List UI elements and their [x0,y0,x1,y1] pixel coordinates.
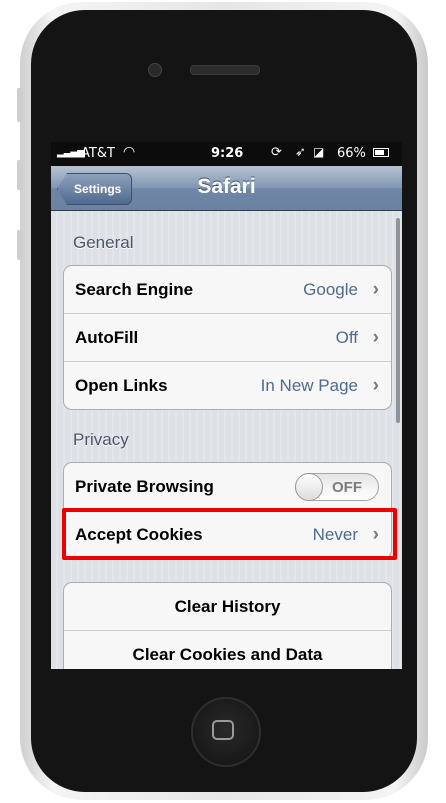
mute-switch [17,88,23,122]
battery-percent: 66% [337,146,366,161]
alarm-icon: ◪ [313,145,325,159]
row-value: In New Page [260,376,358,395]
general-group: Search Engine Google › AutoFill Off › Op… [63,265,392,410]
highlight-box [62,508,397,560]
time-label: 9:26 [211,146,244,161]
chevron-right-icon: › [372,327,379,348]
row-open-links[interactable]: Open Links In New Page › [64,362,391,409]
row-label: Search Engine [75,280,194,299]
location-icon: ➶ [295,145,306,160]
signal-icon: ▂▃▄▅ [57,147,85,158]
battery-icon [373,148,389,157]
chevron-right-icon: › [372,375,379,396]
earpiece [190,65,260,75]
toggle-knob [295,473,323,501]
clear-history-button[interactable]: Clear History [64,583,391,631]
row-label: Private Browsing [75,477,214,496]
section-header-privacy: Privacy [73,430,129,449]
row-value: Google [303,280,358,299]
screen: ▂▃▄▅ AT&T ◠ 9:26 ⟳ ➶ ◪ 66% Settings Safa… [51,142,402,669]
row-autofill[interactable]: AutoFill Off › [64,314,391,362]
section-header-general: General [73,233,134,252]
row-private-browsing: Private Browsing OFF [64,463,391,511]
rotation-lock-icon: ⟳ [271,145,282,160]
clear-data-group: Clear History Clear Cookies and Data [63,582,392,669]
wifi-icon: ◠ [123,144,136,160]
clear-cookies-button[interactable]: Clear Cookies and Data [64,631,391,669]
home-button-icon [212,720,234,740]
toggle-state-label: OFF [332,479,362,496]
navigation-bar: Settings Safari [51,166,402,211]
status-bar: ▂▃▄▅ AT&T ◠ 9:26 ⟳ ➶ ◪ 66% [51,142,402,166]
page-title: Safari [197,175,256,198]
clear-history-label: Clear History [174,597,281,616]
row-label: AutoFill [75,328,139,347]
row-value: Off [335,328,358,347]
settings-content[interactable]: General Search Engine Google › AutoFill … [51,211,402,669]
scrollbar[interactable] [396,218,400,423]
row-search-engine[interactable]: Search Engine Google › [64,266,391,314]
front-camera [148,63,162,77]
private-browsing-toggle[interactable]: OFF [295,473,379,501]
volume-down-button [17,230,23,260]
chevron-right-icon: › [372,279,379,300]
carrier-label: AT&T [81,146,115,161]
volume-up-button [17,160,23,190]
clear-cookies-label: Clear Cookies and Data [132,645,323,664]
row-label: Open Links [75,376,168,395]
